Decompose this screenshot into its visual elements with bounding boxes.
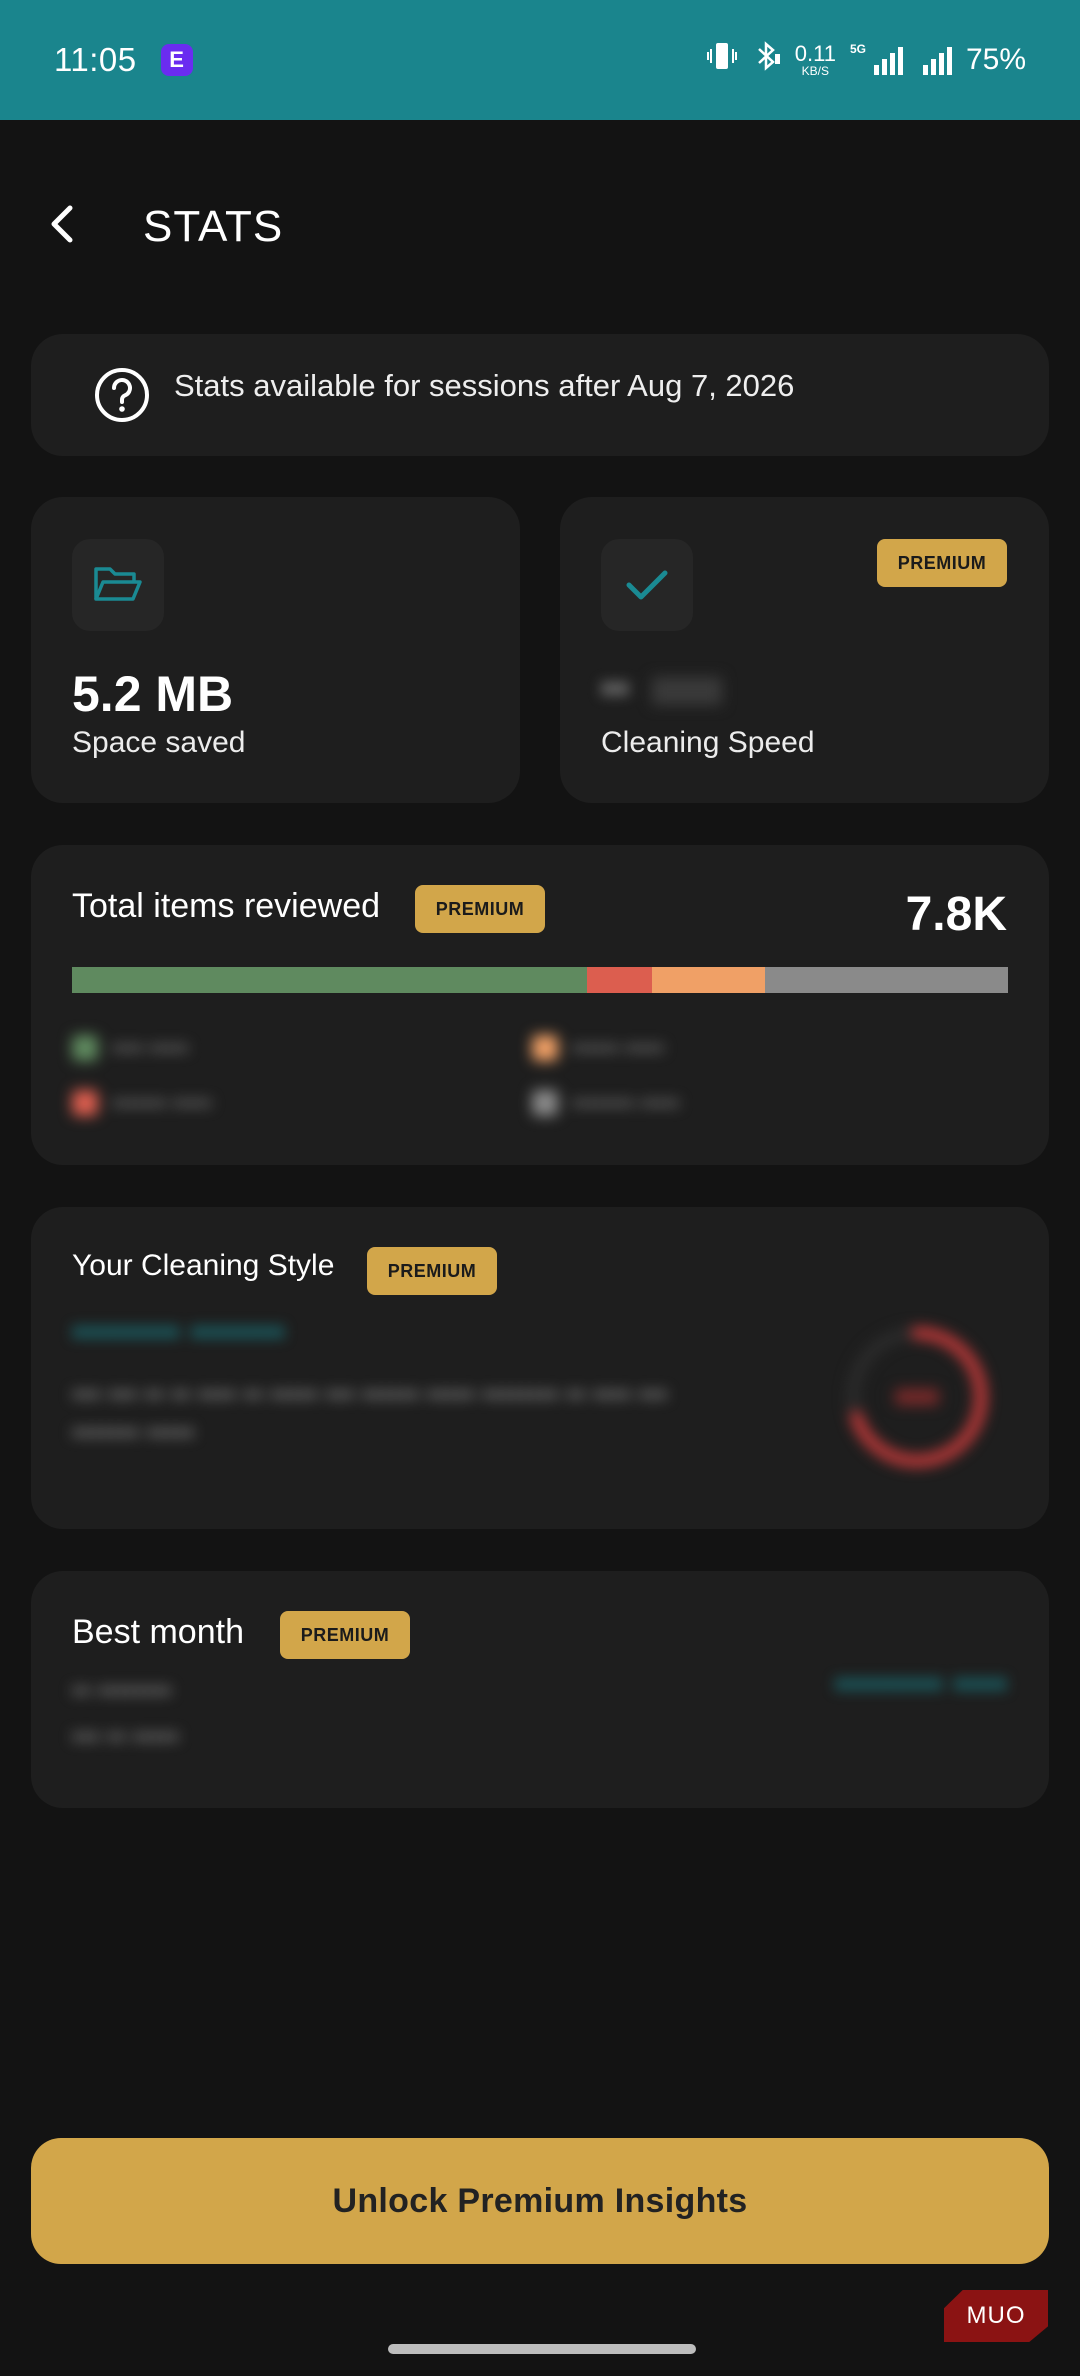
page-title: STATS [143, 202, 284, 251]
legend-swatch [532, 1035, 558, 1061]
space-saved-card: 5.2 MB Space saved [31, 497, 520, 803]
space-saved-icon-tile [72, 539, 164, 631]
premium-badge: PREMIUM [415, 885, 545, 933]
breakdown-segment-kept [72, 967, 587, 993]
premium-badge: PREMIUM [280, 1611, 410, 1659]
cleaning-style-card[interactable]: Your Cleaning Style PREMIUM ▪▪▪▪▪▪▪▪ ▪▪▪… [31, 1207, 1049, 1529]
vibrate-icon [706, 40, 737, 80]
check-icon [626, 570, 668, 600]
signal-icon [922, 45, 952, 75]
breakdown-segment-moved [652, 967, 765, 993]
legend-label: ▪▪▪▪▪▪▪▪ ▪▪▪▪▪ [572, 1090, 680, 1115]
app-header: STATS [0, 190, 1080, 260]
network-speed-value: 0.11 [794, 41, 836, 66]
legend-label: ▪▪▪▪ ▪▪▪▪▪ [112, 1035, 189, 1060]
cleaning-speed-icon-tile [601, 539, 693, 631]
back-button[interactable] [40, 194, 84, 254]
legend-swatch [532, 1090, 558, 1116]
home-indicator[interactable] [388, 2344, 696, 2354]
best-month-title: Best month [72, 1613, 244, 1651]
items-reviewed-card[interactable]: Total items reviewed PREMIUM 7.8K ▪▪▪▪ ▪… [31, 845, 1049, 1165]
cleaning-speed-blurred-text: •• [601, 667, 630, 711]
cleaning-style-name-blurred: ▪▪▪▪▪▪▪▪ ▪▪▪▪▪▪▪ [72, 1311, 285, 1353]
stats-screen: 11:05 E 0.11 KB/S 5G 75% STATS Stats ava… [0, 0, 1080, 2376]
signal-5g-icon [873, 45, 903, 75]
breakdown-segment-deleted [586, 967, 653, 993]
legend-item: ▪▪▪▪▪▪ ▪▪▪▪▪ [532, 1035, 664, 1061]
info-banner: Stats available for sessions after Aug 7… [31, 334, 1049, 456]
best-month-card[interactable]: Best month PREMIUM ▪▪ ▪▪▪▪▪▪▪▪ ▪▪▪ ▪▪ ▪▪… [31, 1571, 1049, 1808]
cleaning-speed-card[interactable]: PREMIUM •• Cleaning Speed [560, 497, 1049, 803]
items-reviewed-total: 7.8K [905, 888, 1007, 941]
items-legend: ▪▪▪▪ ▪▪▪▪▪ ▪▪▪▪▪▪ ▪▪▪▪▪ ▪▪▪▪▪▪▪ ▪▪▪▪▪ ▪▪… [72, 1035, 1008, 1125]
folder-open-icon [94, 567, 142, 601]
chevron-left-icon [51, 205, 73, 243]
premium-badge: PREMIUM [367, 1247, 497, 1295]
cleaning-speed-value-blurred: •• [601, 667, 723, 712]
unlock-premium-button[interactable]: Unlock Premium Insights [31, 2138, 1049, 2264]
space-saved-value: 5.2 MB [72, 666, 234, 722]
network-speed-unit: KB/S [801, 64, 830, 78]
legend-item: ▪▪▪▪ ▪▪▪▪▪ [72, 1035, 188, 1061]
cleaning-style-gauge [847, 1327, 987, 1467]
status-icons: 0.11 KB/S 5G 75% [706, 40, 1026, 80]
bluetooth-icon [751, 40, 781, 80]
cleaning-style-title: Your Cleaning Style [72, 1249, 335, 1282]
breakdown-segment-skipped [764, 967, 1008, 993]
network-type: 5G [849, 42, 866, 56]
info-banner-text: Stats available for sessions after Aug 7… [174, 368, 795, 403]
legend-label: ▪▪▪▪▪▪ ▪▪▪▪▪ [572, 1035, 664, 1060]
best-month-line-blurred: ▪▪ ▪▪▪▪▪▪▪▪ [72, 1675, 172, 1705]
battery-level: 75% [965, 43, 1026, 76]
cleaning-speed-label: Cleaning Speed [601, 726, 815, 759]
status-bar: 11:05 E 0.11 KB/S 5G 75% [0, 0, 1080, 120]
best-month-value-blurred: ▪▪▪▪▪▪▪▪ ▪▪▪▪ [834, 1663, 1007, 1705]
items-reviewed-title: Total items reviewed [72, 887, 381, 925]
muo-watermark: MUO [944, 2290, 1048, 2342]
best-month-line-blurred: ▪▪▪ ▪▪ ▪▪▪▪▪ [72, 1721, 179, 1751]
legend-item: ▪▪▪▪▪▪▪ ▪▪▪▪▪ [72, 1090, 212, 1116]
cleaning-style-description-blurred: ▪▪▪ ▪▪▪ ▪▪ ▪▪ ▪▪▪▪ ▪▪ ▪▪▪▪▪ ▪▪▪ ▪▪▪▪▪▪ ▪… [72, 1379, 668, 1447]
legend-label: ▪▪▪▪▪▪▪ ▪▪▪▪▪ [112, 1090, 212, 1115]
status-time: 11:05 [54, 41, 137, 78]
legend-swatch [72, 1090, 98, 1116]
space-saved-label: Space saved [72, 726, 246, 759]
legend-item: ▪▪▪▪▪▪▪▪ ▪▪▪▪▪ [532, 1090, 680, 1116]
app-notification-icon: E [160, 44, 193, 76]
legend-swatch [72, 1035, 98, 1061]
premium-badge: PREMIUM [877, 539, 1007, 587]
help-circle-icon [95, 368, 149, 422]
network-speed: 0.11 KB/S [794, 41, 836, 78]
items-breakdown-bar [72, 967, 1008, 993]
